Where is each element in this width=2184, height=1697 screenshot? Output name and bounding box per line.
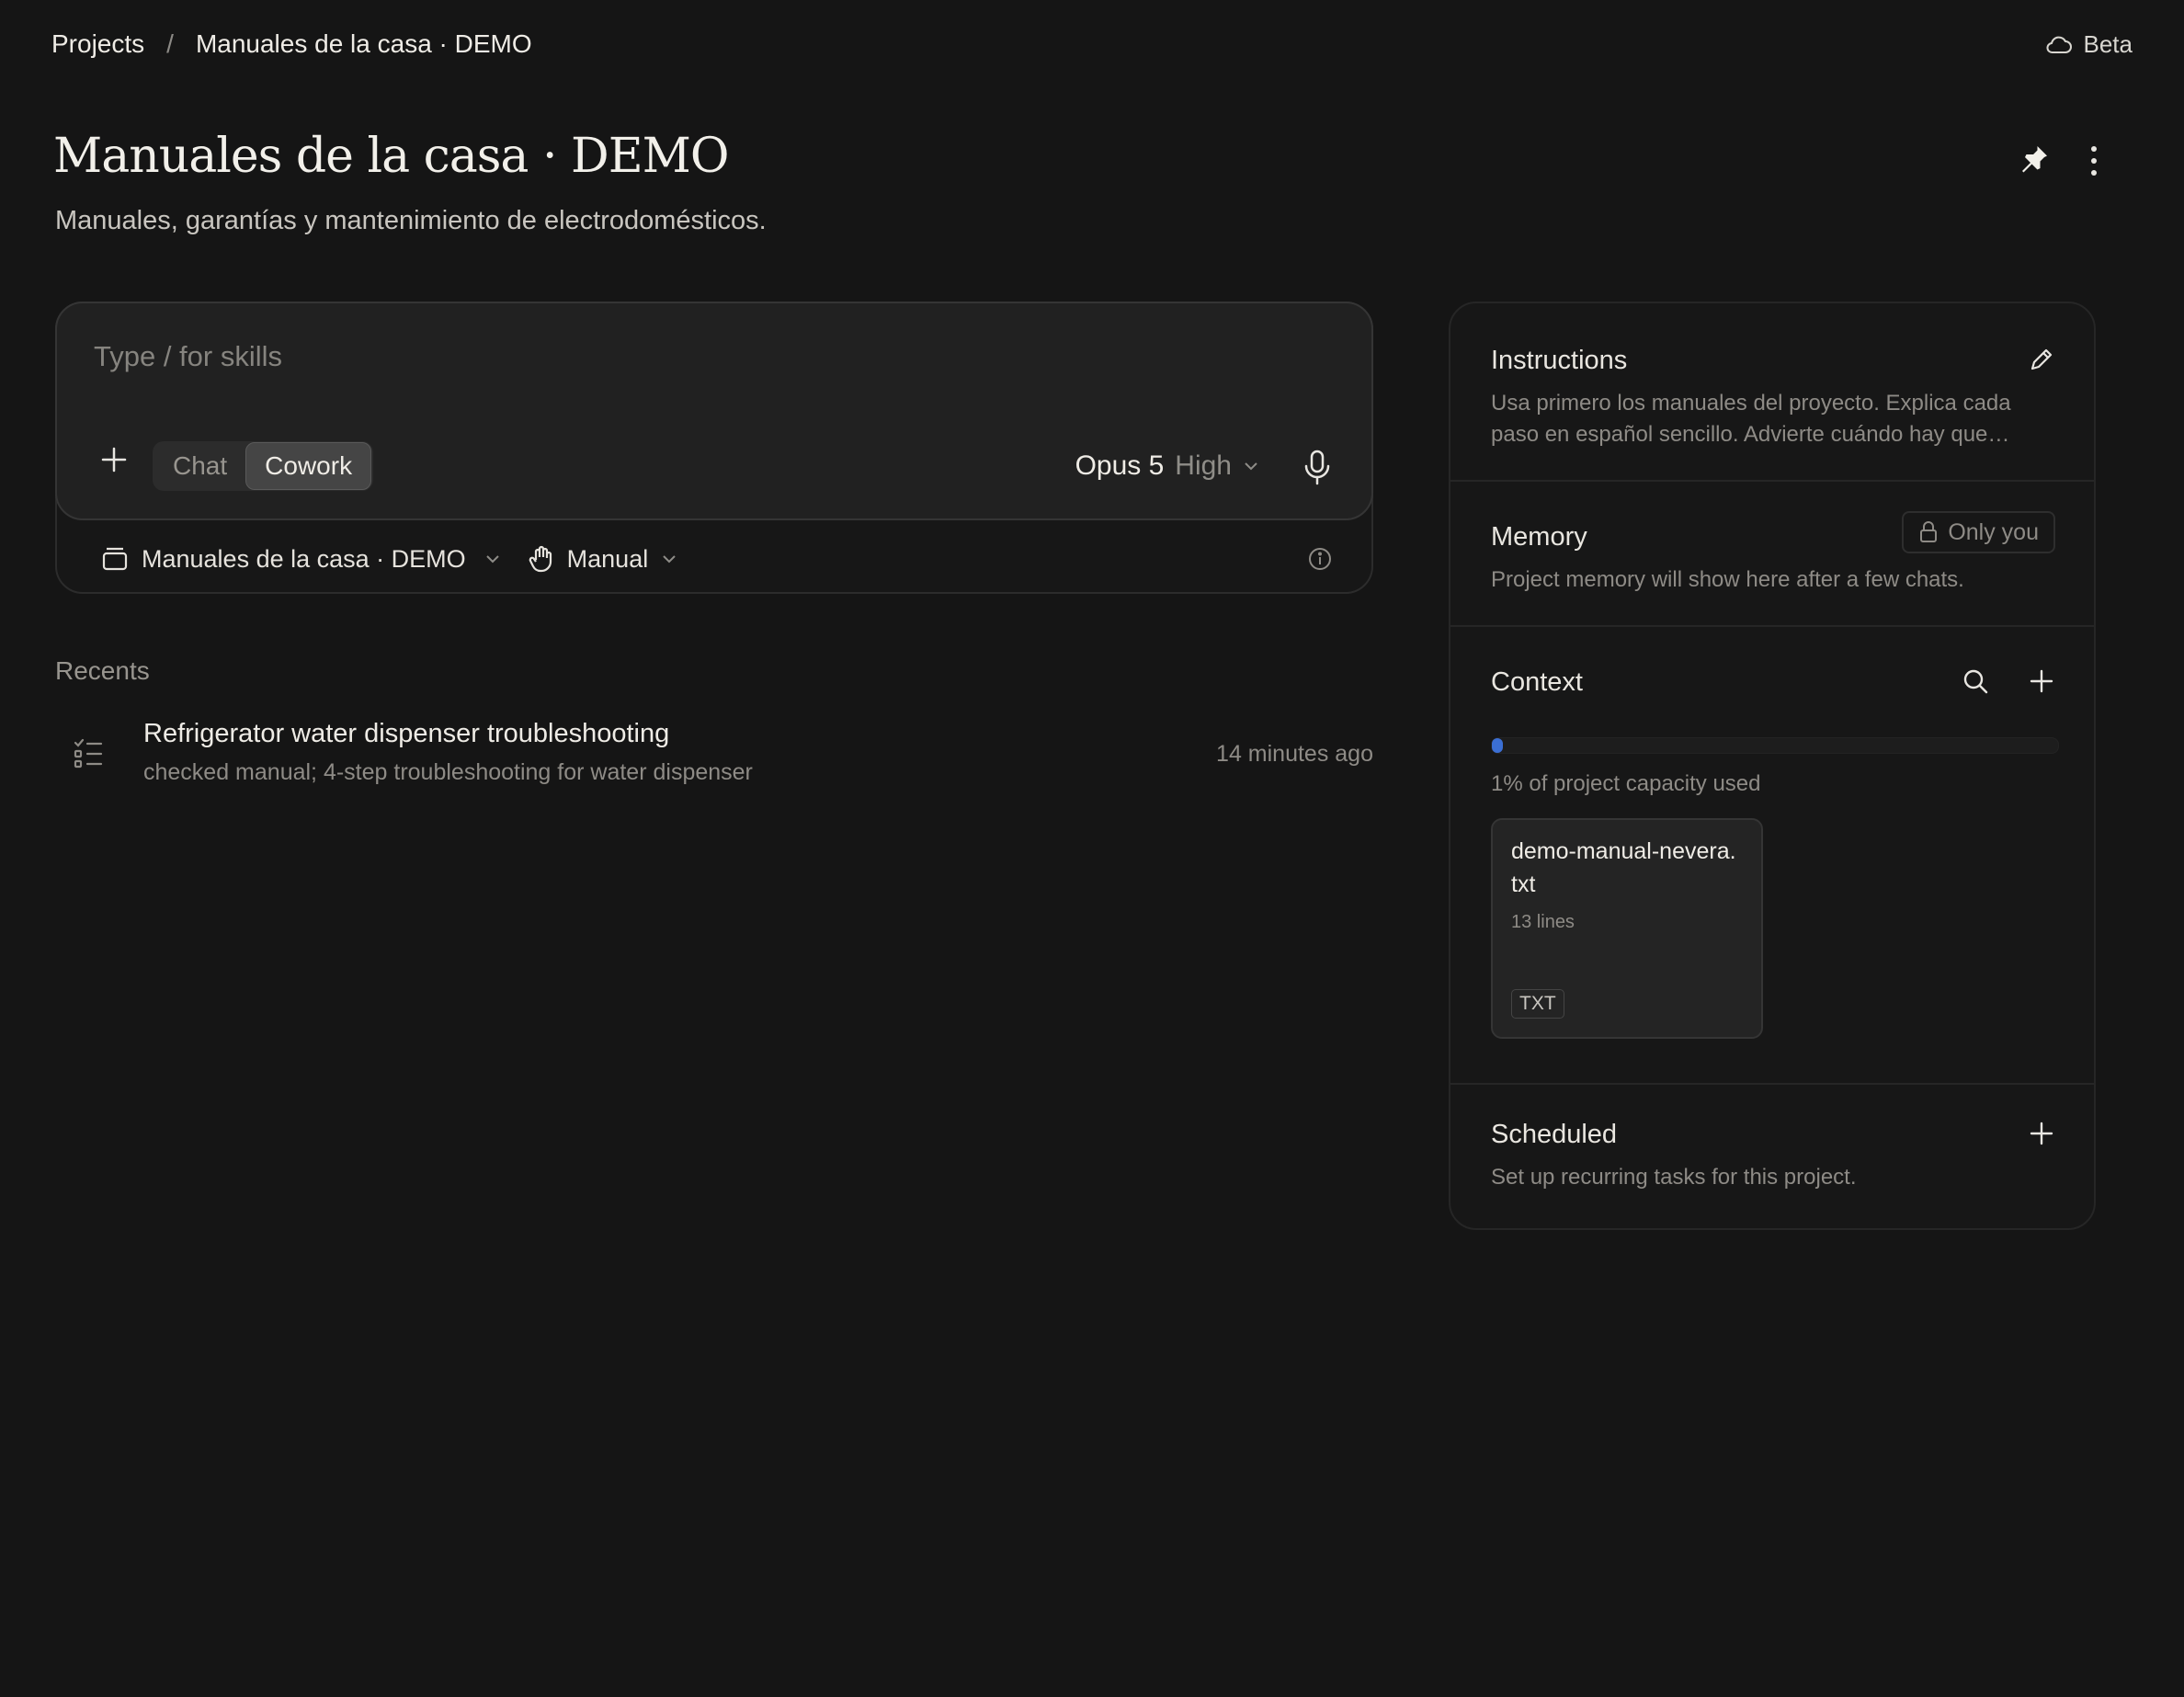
search-icon[interactable] — [1962, 667, 1989, 695]
permission-mode-selector[interactable]: Manual — [529, 545, 678, 574]
pin-icon[interactable] — [2017, 143, 2050, 177]
project-selector[interactable]: Manuales de la casa · DEMO — [101, 545, 501, 574]
recents-heading: Recents — [55, 656, 150, 685]
hand-icon — [529, 545, 554, 573]
page-subtitle: Manuales, garantías y mantenimiento de e… — [55, 206, 767, 235]
info-icon[interactable] — [1307, 546, 1333, 572]
capacity-text: 1% of project capacity used — [1491, 771, 1761, 796]
scheduled-section: Scheduled Set up recurring tasks for thi… — [1450, 1085, 2094, 1228]
lock-icon — [1918, 520, 1939, 544]
instructions-text[interactable]: Usa primero los manuales del proyecto. E… — [1491, 388, 2011, 450]
beta-badge[interactable]: Beta — [2045, 26, 2133, 63]
model-effort: High — [1175, 450, 1232, 481]
instructions-title: Instructions — [1491, 346, 1628, 375]
chevron-down-icon — [661, 553, 677, 564]
instructions-text-line-1: Usa primero los manuales del proyecto. E… — [1491, 391, 2011, 416]
recent-item-summary: checked manual; 4-step troubleshooting f… — [143, 759, 753, 785]
composer-context-row: Manuales de la casa · DEMO Manual — [101, 537, 677, 581]
chevron-down-icon — [484, 553, 501, 564]
scheduled-title: Scheduled — [1491, 1120, 1618, 1149]
breadcrumb-current: Manuales de la casa · DEMO — [195, 29, 532, 58]
permission-mode-label: Manual — [566, 544, 649, 573]
memory-title: Memory — [1491, 522, 1587, 552]
add-scheduled-icon[interactable] — [2028, 1120, 2055, 1147]
mode-chat-button[interactable]: Chat — [154, 443, 245, 489]
task-list-icon — [72, 737, 105, 770]
breadcrumb-separator: / — [166, 29, 174, 58]
model-name: Opus 5 — [1075, 450, 1165, 481]
more-vertical-icon[interactable] — [2083, 143, 2105, 178]
chevron-down-icon — [1243, 461, 1259, 472]
pencil-icon[interactable] — [2028, 346, 2055, 373]
context-section: Context 1% of project capacity used demo… — [1450, 627, 2094, 1085]
instructions-section: Instructions Usa primero los manuales de… — [1450, 303, 2094, 482]
add-context-icon[interactable] — [2028, 667, 2055, 695]
model-selector[interactable]: Opus 5 High — [1075, 441, 1259, 491]
memory-visibility-badge: Only you — [1902, 511, 2055, 553]
plus-icon[interactable] — [99, 445, 129, 474]
cloud-icon — [2045, 34, 2073, 54]
recent-item-title[interactable]: Refrigerator water dispenser troubleshoo… — [143, 719, 669, 749]
microphone-icon[interactable] — [1302, 449, 1333, 485]
context-title: Context — [1491, 667, 1583, 697]
capacity-progress-bar — [1491, 737, 2059, 754]
memory-text: Project memory will show here after a fe… — [1491, 567, 1964, 592]
breadcrumb: Projects / Manuales de la casa · DEMO — [51, 26, 532, 63]
prompt-input[interactable]: Type / for skills — [94, 340, 282, 373]
composer: Type / for skills Chat Cowork Opus 5 Hig… — [55, 302, 1373, 520]
context-file-card[interactable]: demo-manual-nevera.txt 13 lines TXT — [1491, 818, 1763, 1039]
file-type-badge: TXT — [1511, 989, 1564, 1019]
recent-item-time: 14 minutes ago — [1216, 741, 1373, 767]
instructions-text-line-2: paso en español sencillo. Advierte cuánd… — [1491, 422, 2010, 447]
project-side-panel: Instructions Usa primero los manuales de… — [1449, 302, 2096, 1230]
mode-cowork-button[interactable]: Cowork — [245, 442, 372, 490]
project-box-icon — [101, 546, 129, 572]
scheduled-text: Set up recurring tasks for this project. — [1491, 1165, 1857, 1190]
file-name: demo-manual-nevera.txt — [1511, 838, 1736, 897]
memory-visibility-label: Only you — [1948, 518, 2039, 545]
file-line-count: 13 lines — [1511, 912, 1575, 932]
memory-section: Memory Only you Project memory will show… — [1450, 482, 2094, 627]
breadcrumb-projects-link[interactable]: Projects — [51, 29, 144, 59]
page-title: Manuales de la casa · DEMO — [53, 129, 730, 184]
capacity-progress-fill — [1492, 738, 1503, 753]
mode-toggle: Chat Cowork — [153, 441, 374, 491]
beta-label: Beta — [2083, 29, 2133, 58]
project-selector-label: Manuales de la casa · DEMO — [142, 544, 466, 573]
